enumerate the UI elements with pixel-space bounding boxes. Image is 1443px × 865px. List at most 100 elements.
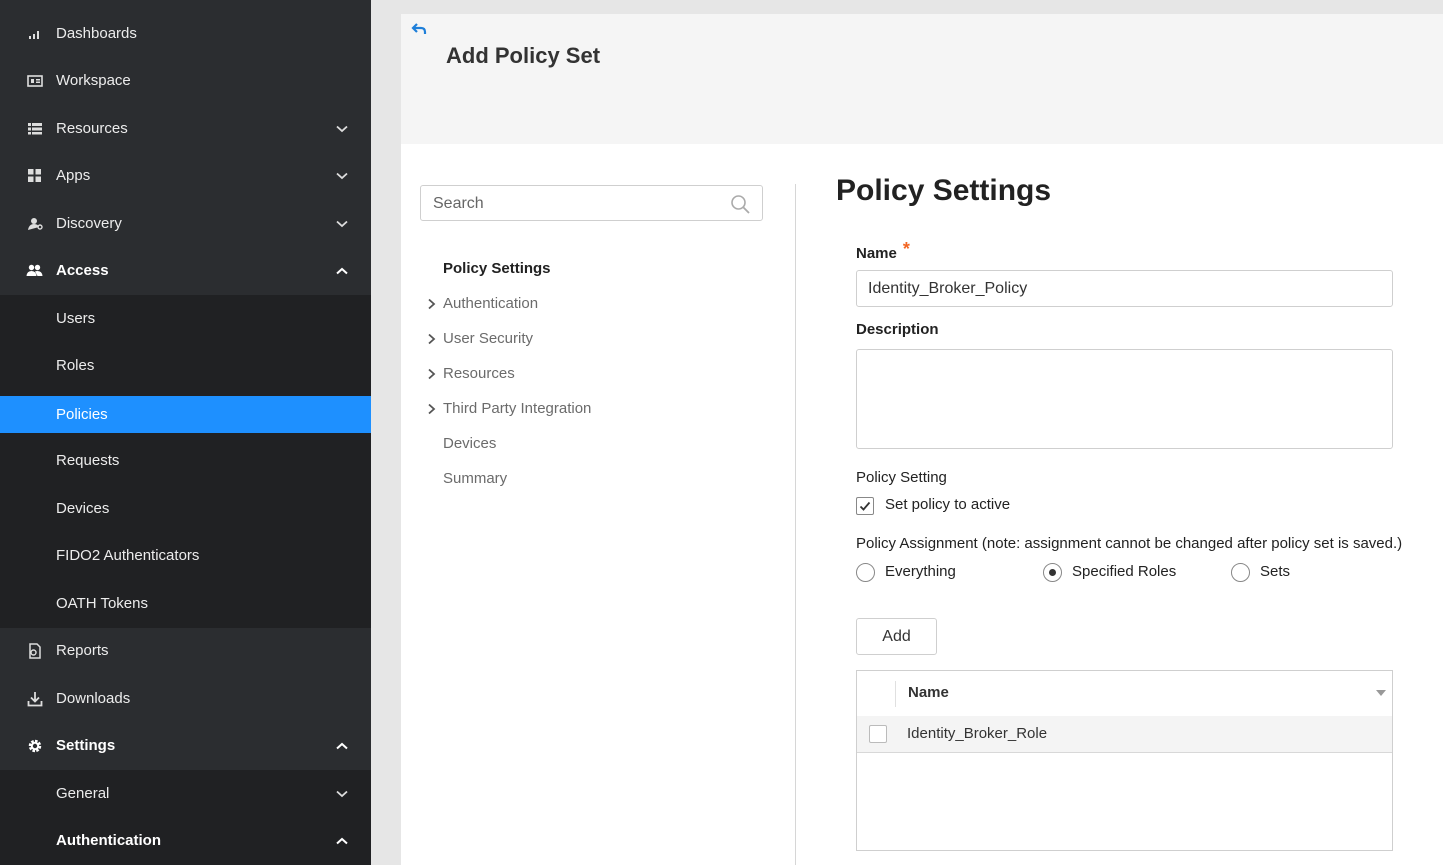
sidebar-item-label: Downloads: [56, 690, 131, 707]
radio-everything[interactable]: [856, 563, 875, 582]
chevron-down-icon: [334, 121, 350, 137]
sidebar-item-workspace[interactable]: Workspace: [0, 57, 371, 104]
policy-assignment-label: Policy Assignment (note: assignment cann…: [856, 535, 1403, 552]
radio-selected-dot: [1049, 569, 1056, 576]
grid-header: Name: [857, 671, 1392, 717]
sidebar-item-requests[interactable]: Requests: [0, 437, 371, 484]
description-field[interactable]: [856, 349, 1393, 449]
sidebar: Dashboards Workspace Resources Apps Disc…: [0, 0, 371, 865]
sidebar-item-general[interactable]: General: [0, 770, 371, 817]
sidebar-item-downloads[interactable]: Downloads: [0, 675, 371, 722]
download-icon: [26, 690, 43, 707]
section-nav-resources[interactable]: Resources: [443, 365, 515, 382]
sidebar-item-label: Authentication: [56, 832, 161, 849]
page-title: Add Policy Set: [446, 43, 601, 68]
chevron-up-icon: [334, 738, 350, 754]
section-nav-user-security[interactable]: User Security: [443, 330, 533, 347]
chevron-down-icon: [334, 786, 350, 802]
sidebar-item-users[interactable]: Users: [0, 295, 371, 342]
radio-specified-roles-label: Specified Roles: [1072, 563, 1177, 580]
checkmark-icon: [859, 501, 871, 511]
add-button[interactable]: Add: [856, 618, 937, 655]
sidebar-item-policies[interactable]: Policies: [0, 396, 371, 433]
sidebar-item-dashboards[interactable]: Dashboards: [0, 10, 371, 57]
chevron-right-icon: [428, 368, 436, 380]
discovery-icon: [26, 215, 43, 232]
header-separator: [895, 681, 896, 707]
chevron-up-icon: [334, 263, 350, 279]
radio-specified-roles[interactable]: [1043, 563, 1062, 582]
description-label: Description: [856, 321, 939, 338]
name-label-text: Name: [856, 245, 897, 262]
policy-setting-label: Policy Setting: [856, 469, 947, 486]
sidebar-item-devices[interactable]: Devices: [0, 485, 371, 532]
list-icon: [26, 120, 43, 137]
sidebar-item-settings[interactable]: Settings: [0, 722, 371, 769]
section-nav-policy-settings[interactable]: Policy Settings: [443, 260, 551, 277]
chevron-right-icon: [428, 298, 436, 310]
column-divider: [795, 184, 796, 865]
sidebar-item-roles[interactable]: Roles: [0, 342, 371, 389]
name-label: Name *: [856, 239, 910, 263]
sidebar-item-fido2-authenticators[interactable]: FIDO2 Authenticators: [0, 532, 371, 579]
sidebar-item-discovery[interactable]: Discovery: [0, 200, 371, 247]
sidebar-item-label: Access: [56, 262, 109, 279]
sidebar-item-label: Workspace: [56, 72, 131, 89]
report-icon: [26, 642, 43, 659]
sidebar-item-resources[interactable]: Resources: [0, 105, 371, 152]
sidebar-item-label: General: [56, 785, 110, 802]
search-icon[interactable]: [730, 194, 750, 214]
page-header: Add Policy Set: [401, 14, 1443, 144]
row-checkbox[interactable]: [869, 725, 887, 743]
chevron-right-icon: [428, 403, 436, 415]
roles-grid: Name Identity_Broker_Role: [856, 670, 1393, 851]
search-field[interactable]: [420, 185, 763, 221]
sidebar-item-label: Roles: [56, 357, 95, 374]
name-field[interactable]: [856, 270, 1393, 307]
sidebar-item-label: Users: [56, 310, 96, 327]
sidebar-item-label: Requests: [56, 452, 120, 469]
chevron-up-icon: [334, 833, 350, 849]
workspace-icon: [26, 72, 43, 89]
sidebar-item-label: Apps: [56, 167, 91, 184]
sidebar-item-label: Discovery: [56, 215, 122, 232]
column-header-name[interactable]: Name: [908, 684, 949, 701]
sidebar-item-label: Resources: [56, 120, 128, 137]
column-menu-icon[interactable]: [1375, 689, 1387, 697]
chevron-right-icon: [428, 333, 436, 345]
sidebar-item-reports[interactable]: Reports: [0, 627, 371, 674]
sidebar-item-apps[interactable]: Apps: [0, 152, 371, 199]
section-nav-devices[interactable]: Devices: [443, 435, 496, 452]
gear-icon: [26, 737, 43, 754]
radio-sets[interactable]: [1231, 563, 1250, 582]
section-nav-summary[interactable]: Summary: [443, 470, 507, 487]
sidebar-item-access[interactable]: Access: [0, 247, 371, 294]
bar-chart-icon: [26, 25, 43, 42]
section-nav-third-party-integration[interactable]: Third Party Integration: [443, 400, 591, 417]
section-nav-authentication[interactable]: Authentication: [443, 295, 538, 312]
sidebar-item-label: Policies: [56, 406, 108, 423]
row-name-cell: Identity_Broker_Role: [907, 725, 1048, 742]
sidebar-item-authentication[interactable]: Authentication: [0, 817, 371, 864]
apps-grid-icon: [26, 167, 43, 184]
active-checkbox[interactable]: [856, 497, 874, 515]
table-row[interactable]: Identity_Broker_Role: [857, 716, 1392, 753]
search-input[interactable]: [431, 194, 725, 214]
users-icon: [26, 262, 43, 279]
back-arrow-icon[interactable]: [411, 22, 429, 36]
required-mark: *: [902, 239, 910, 259]
chevron-down-icon: [334, 216, 350, 232]
sidebar-item-label: Settings: [56, 737, 116, 754]
sidebar-item-label: Devices: [56, 500, 110, 517]
radio-everything-label: Everything: [885, 563, 956, 580]
radio-sets-label: Sets: [1260, 563, 1291, 580]
sidebar-item-label: OATH Tokens: [56, 595, 148, 612]
sidebar-item-label: Dashboards: [56, 25, 137, 42]
form-title: Policy Settings: [836, 174, 1052, 207]
sidebar-item-oath-tokens[interactable]: OATH Tokens: [0, 580, 371, 627]
sidebar-item-label: FIDO2 Authenticators: [56, 547, 200, 564]
chevron-down-icon: [334, 168, 350, 184]
active-checkbox-label: Set policy to active: [885, 496, 1011, 513]
sidebar-item-label: Reports: [56, 642, 109, 659]
main-panel: Add Policy Set Policy Settings Authentic…: [401, 14, 1443, 865]
